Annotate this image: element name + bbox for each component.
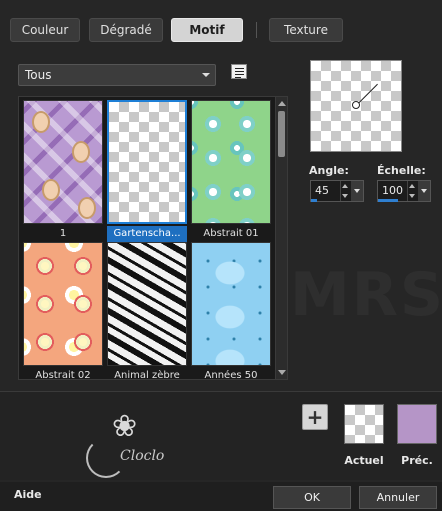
previous-swatch[interactable]: [397, 404, 437, 444]
tab-bar: Couleur Dégradé Motif Texture: [0, 0, 442, 50]
scroll-up-icon[interactable]: [278, 101, 286, 106]
angle-label: Angle:: [309, 164, 349, 177]
angle-level-bar: [311, 199, 317, 202]
pattern-thumb-abstrait-01[interactable]: Abstrait 01: [191, 100, 271, 244]
pattern-thumb-abstrait-02[interactable]: Abstrait 02: [23, 242, 103, 386]
spinner-arrows-icon[interactable]: [407, 181, 417, 201]
pattern-thumb-animal-zebre[interactable]: Animal zèbre: [107, 242, 187, 386]
logo-text: Cloclo: [120, 448, 165, 464]
pattern-label: Abstrait 01: [203, 228, 259, 239]
chevron-down-icon[interactable]: [418, 181, 430, 201]
add-swatch-button[interactable]: +: [302, 404, 328, 430]
angle-spinner[interactable]: 45: [310, 180, 364, 202]
flower-icon: ❀: [112, 409, 138, 444]
chevron-down-icon: [202, 73, 210, 77]
pattern-image-green-circles: [191, 100, 271, 224]
scroll-down-icon[interactable]: [278, 370, 286, 375]
cancel-button[interactable]: Annuler: [359, 486, 437, 509]
tab-couleur[interactable]: Couleur: [10, 18, 80, 42]
angle-value: 45: [315, 184, 329, 197]
tab-degrade[interactable]: Dégradé: [89, 18, 163, 42]
chevron-down-icon[interactable]: [351, 181, 363, 201]
cloclo-logo: ❀ Cloclo: [80, 410, 180, 480]
scale-value: 100: [382, 184, 403, 197]
background-watermark: MRS: [290, 260, 442, 330]
category-select-value: Tous: [25, 68, 52, 82]
spinner-arrows-icon[interactable]: [340, 181, 350, 201]
pattern-image-zebra: [107, 242, 187, 366]
pattern-image-portrait: [23, 100, 103, 224]
tab-motif[interactable]: Motif: [171, 18, 243, 42]
pattern-image-transparent: [107, 100, 187, 224]
pattern-thumb-gartenschau[interactable]: Gartenscha...: [107, 100, 187, 244]
pattern-image-orange-circles: [23, 242, 103, 366]
category-select[interactable]: Tous: [18, 64, 216, 86]
scrollbar-thumb[interactable]: [278, 111, 285, 157]
pattern-label: Animal zèbre: [114, 370, 180, 381]
pattern-label: Années 50: [204, 370, 258, 381]
ok-button[interactable]: OK: [273, 486, 351, 509]
current-swatch-label: Actuel: [344, 454, 384, 467]
tab-texture[interactable]: Texture: [269, 18, 343, 42]
pattern-thumb-annees-50[interactable]: Années 50: [191, 242, 271, 386]
scale-label: Échelle:: [377, 164, 426, 177]
pattern-label: Abstrait 02: [35, 370, 91, 381]
pattern-label: Gartenscha...: [107, 226, 187, 242]
angle-handle-icon[interactable]: [352, 101, 360, 109]
scale-level-bar: [378, 199, 398, 202]
pattern-image-fifties: [191, 242, 271, 366]
tab-separator: [256, 22, 257, 38]
pattern-thumb-1[interactable]: 1: [23, 100, 103, 244]
previous-swatch-label: Préc.: [401, 454, 433, 467]
pattern-label: 1: [59, 228, 67, 239]
pattern-gallery[interactable]: 1 Gartenscha... Abstrait 01 Abstrait 02 …: [18, 96, 288, 381]
current-swatch[interactable]: [344, 404, 384, 444]
document-list-icon[interactable]: [231, 64, 247, 79]
help-link[interactable]: Aide: [14, 488, 42, 501]
gallery-scrollbar[interactable]: [275, 97, 287, 379]
